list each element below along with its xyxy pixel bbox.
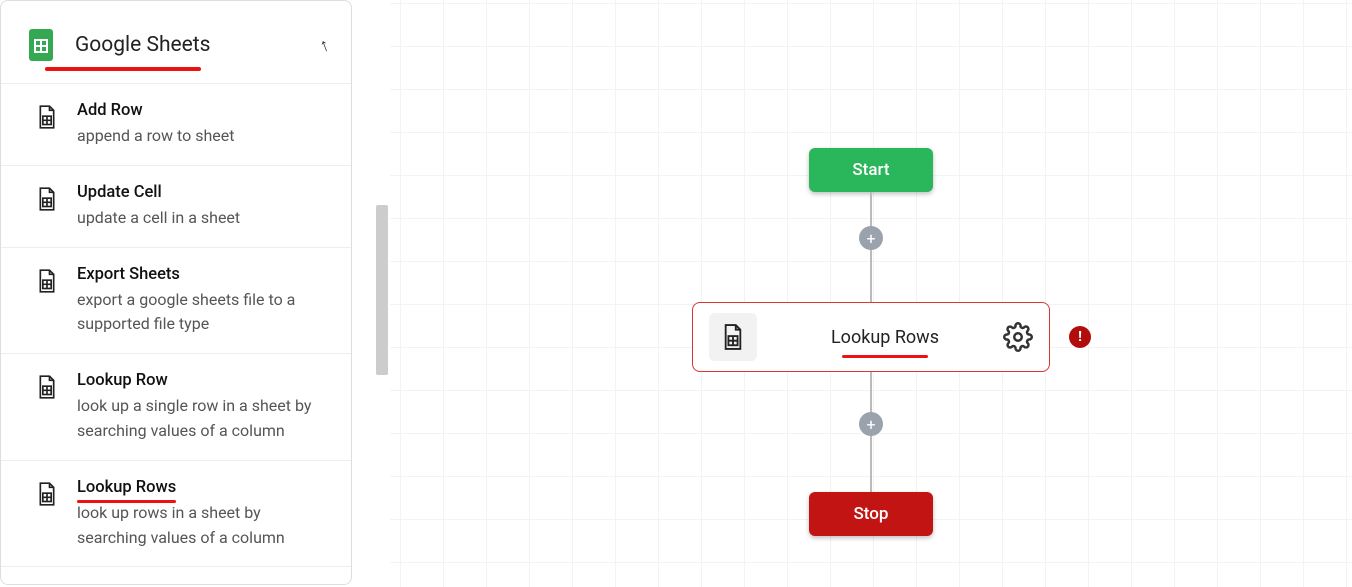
flow-canvas[interactable]: Start + Lookup Rows <box>390 0 1352 587</box>
alert-text: ! <box>1078 329 1082 345</box>
canvas-wrap: Start + Lookup Rows <box>376 0 1352 587</box>
google-sheets-icon <box>29 29 53 61</box>
node-label-text: Lookup Rows <box>831 327 939 348</box>
action-title: Lookup Rows <box>77 478 176 497</box>
file-icon <box>37 481 57 507</box>
action-item[interactable]: Read Row <box>1 567 351 584</box>
action-title: Export Sheets <box>77 265 180 284</box>
action-desc: append a row to sheet <box>77 124 331 149</box>
node-label: Lookup Rows <box>767 327 1003 348</box>
action-text: Add Row append a row to sheet <box>77 100 331 149</box>
sidebar-title: Google Sheets <box>75 33 320 57</box>
start-node[interactable]: Start <box>809 148 933 192</box>
action-list: Add Row append a row to sheet Update Cel… <box>1 84 351 584</box>
add-step-button[interactable]: + <box>859 412 883 436</box>
action-text: Lookup Rows look up rows in a sheet by s… <box>77 477 331 551</box>
file-icon <box>37 186 57 212</box>
file-icon <box>37 374 57 400</box>
action-item[interactable]: Export Sheets export a google sheets fil… <box>1 248 351 355</box>
action-desc: update a cell in a sheet <box>77 206 331 231</box>
highlight-underline <box>45 67 201 71</box>
stop-label: Stop <box>854 504 889 524</box>
stop-node[interactable]: Stop <box>809 492 933 536</box>
action-title: Update Cell <box>77 183 162 202</box>
file-icon <box>37 268 57 294</box>
flow-column: Start + Lookup Rows <box>692 148 1050 536</box>
lookup-rows-node[interactable]: Lookup Rows ! <box>692 302 1050 372</box>
highlight-underline <box>77 500 176 503</box>
action-title: Add Row <box>77 101 143 120</box>
actions-sidebar: Google Sheets ↑ Add Row append a row to … <box>0 0 352 585</box>
action-item[interactable]: Update Cell update a cell in a sheet <box>1 166 351 248</box>
action-item[interactable]: Lookup Rows look up rows in a sheet by s… <box>1 461 351 568</box>
start-label: Start <box>852 160 889 180</box>
file-icon <box>37 104 57 130</box>
action-text: Lookup Row look up a single row in a she… <box>77 370 331 444</box>
action-title: Lookup Row <box>77 371 168 390</box>
add-step-button[interactable]: + <box>859 226 883 250</box>
action-desc: look up rows in a sheet by searching val… <box>77 501 331 551</box>
action-desc: export a google sheets file to a support… <box>77 288 331 338</box>
scrollbar-thumb[interactable] <box>376 205 388 375</box>
action-text: Export Sheets export a google sheets fil… <box>77 264 331 338</box>
action-item[interactable]: Lookup Row look up a single row in a she… <box>1 354 351 461</box>
action-text: Update Cell update a cell in a sheet <box>77 182 331 231</box>
action-desc: look up a single row in a sheet by searc… <box>77 394 331 444</box>
sidebar-header: Google Sheets ↑ <box>1 1 351 84</box>
alert-icon[interactable]: ! <box>1069 326 1091 348</box>
action-item[interactable]: Add Row append a row to sheet <box>1 84 351 166</box>
highlight-underline <box>842 355 928 358</box>
action-text: Read Row <box>77 583 331 584</box>
gear-icon[interactable] <box>1003 322 1033 352</box>
node-file-icon <box>709 313 757 361</box>
